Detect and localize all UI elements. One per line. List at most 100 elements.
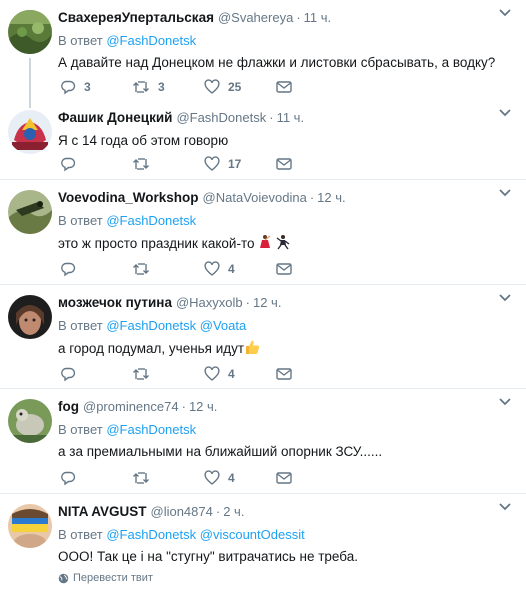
chevron-down-icon[interactable] (498, 293, 512, 303)
avatar[interactable] (8, 399, 52, 443)
chevron-down-icon[interactable] (498, 8, 512, 18)
timestamp[interactable]: 2 ч. (223, 504, 244, 519)
author-name[interactable]: fog (58, 399, 79, 414)
author-handle[interactable]: @FashDonetsk (176, 110, 266, 125)
mention-link[interactable]: @FashDonetsk (106, 213, 196, 228)
avatar[interactable] (8, 190, 52, 234)
dm-icon (276, 368, 292, 380)
timestamp[interactable]: 11 ч. (304, 10, 332, 25)
tweet-lion4874[interactable]: NITA AVGUST @lion4874 · 2 ч. В ответ @Fa… (0, 494, 526, 595)
dm-button[interactable] (276, 367, 348, 381)
like-count: 4 (228, 471, 235, 485)
tweet-text: А давайте над Донецком не флажки и листо… (58, 55, 496, 70)
chevron-down-icon[interactable] (498, 188, 512, 198)
separator-dot: · (245, 295, 250, 310)
tweet-fashdonetsk[interactable]: Фашик Донецкий @FashDonetsk · 11 ч. Я с … (0, 100, 526, 180)
author-handle[interactable]: @Svahereya (218, 10, 293, 25)
mention-link[interactable]: @viscountOdessit (200, 527, 305, 542)
author-name[interactable]: NITA AVGUST (58, 504, 147, 519)
separator-dot: · (309, 190, 315, 205)
mention-link[interactable]: @Voata (200, 318, 246, 333)
retweet-icon (133, 263, 149, 275)
tweet-actions: 4 (60, 365, 348, 383)
like-icon (204, 156, 220, 171)
like-icon (204, 261, 220, 276)
author-handle[interactable]: @prominence74 (83, 399, 179, 414)
reply-icon (61, 367, 76, 382)
retweet-button[interactable] (132, 156, 204, 172)
like-icon (204, 470, 220, 485)
like-button[interactable]: 4 (204, 366, 276, 382)
mention-link[interactable]: @FashDonetsk (106, 527, 196, 542)
author-handle[interactable]: @Haxyxolb (176, 295, 243, 310)
author-name[interactable]: Фашик Донецкий (58, 110, 172, 125)
chevron-down-icon[interactable] (498, 397, 512, 407)
tweet-text-body: а город подумал, ученья идут (58, 341, 245, 356)
dm-button[interactable] (276, 262, 348, 276)
retweet-icon (133, 81, 149, 93)
like-icon (204, 366, 220, 381)
tweet-text: это ж просто праздник какой-то (58, 234, 496, 253)
tweet-svahereya[interactable]: СвахереяУпертальская @Svahereya · 11 ч. … (0, 0, 526, 108)
separator-dot: · (181, 399, 186, 414)
like-button[interactable]: 4 (204, 470, 276, 486)
tweet-prominence74[interactable]: fog @prominence74 · 12 ч. В ответ @FashD… (0, 389, 526, 494)
dm-button[interactable] (276, 157, 348, 171)
retweet-button[interactable] (132, 470, 204, 486)
tweet-text: а за премиальными на ближайший опорник З… (58, 444, 383, 459)
author-name[interactable]: Voevodina_Workshop (58, 190, 199, 205)
like-button[interactable]: 25 (204, 79, 276, 95)
reply-button[interactable]: 3 (60, 79, 132, 95)
avatar[interactable] (8, 504, 52, 548)
dm-icon (276, 472, 292, 484)
timestamp[interactable]: 12 ч. (189, 399, 217, 414)
like-button[interactable]: 4 (204, 261, 276, 277)
reply-button[interactable] (60, 470, 132, 486)
separator-dot: · (269, 110, 274, 125)
chevron-down-icon[interactable] (498, 502, 512, 512)
reply-button[interactable] (60, 261, 132, 277)
globe-icon (58, 573, 69, 583)
reply-label: В ответ (58, 422, 103, 437)
tweet-actions: 4 (60, 469, 348, 487)
like-count: 4 (228, 367, 235, 381)
reply-button[interactable] (60, 366, 132, 382)
timestamp[interactable]: 12 ч. (253, 295, 281, 310)
tweet-actions: 17 (60, 155, 348, 173)
retweet-icon (133, 368, 149, 380)
avatar[interactable] (8, 295, 52, 339)
dm-button[interactable] (276, 80, 348, 94)
chevron-down-icon[interactable] (498, 108, 512, 118)
dm-icon (276, 81, 292, 93)
mention-link[interactable]: @FashDonetsk (106, 318, 196, 333)
mention-link[interactable]: @FashDonetsk (106, 422, 196, 437)
like-count: 4 (228, 262, 235, 276)
author-handle[interactable]: @NataVoievodina (203, 190, 307, 205)
retweet-button[interactable] (132, 366, 204, 382)
avatar[interactable] (8, 110, 52, 154)
like-button[interactable]: 17 (204, 156, 276, 172)
timestamp[interactable]: 11 ч. (277, 110, 305, 125)
avatar[interactable] (8, 10, 52, 54)
mention-link[interactable]: @FashDonetsk (106, 33, 196, 48)
tweet-text: Я с 14 года об этом говорю (58, 133, 229, 148)
tweet-natavoievodina[interactable]: Voevodina_Workshop @NataVoievodina · 12 … (0, 180, 526, 285)
retweet-button[interactable]: 3 (132, 79, 204, 95)
author-name[interactable]: мозжечок путина (58, 295, 172, 310)
dm-button[interactable] (276, 471, 348, 485)
retweet-icon (133, 158, 149, 170)
translate-tweet-link[interactable]: Перевести твит (58, 572, 496, 584)
timestamp[interactable]: 12 ч. (317, 190, 345, 205)
tweet-text: а город подумал, ученья идут (58, 339, 496, 358)
retweet-button[interactable] (132, 261, 204, 277)
separator-dot: · (296, 10, 301, 25)
tweet-haxyxolb[interactable]: мозжечок путина @Haxyxolb · 12 ч. В отве… (0, 285, 526, 389)
reply-icon (61, 157, 76, 172)
reply-count: 3 (84, 80, 91, 94)
reply-button[interactable] (60, 156, 132, 172)
man-dancing-emoji-icon (276, 235, 290, 250)
author-handle[interactable]: @lion4874 (151, 504, 213, 519)
reply-label: В ответ (58, 527, 103, 542)
author-name[interactable]: СвахереяУпертальская (58, 10, 214, 25)
tweet-text: ООО! Так це і на "стугну" витрачатись не… (58, 549, 358, 564)
